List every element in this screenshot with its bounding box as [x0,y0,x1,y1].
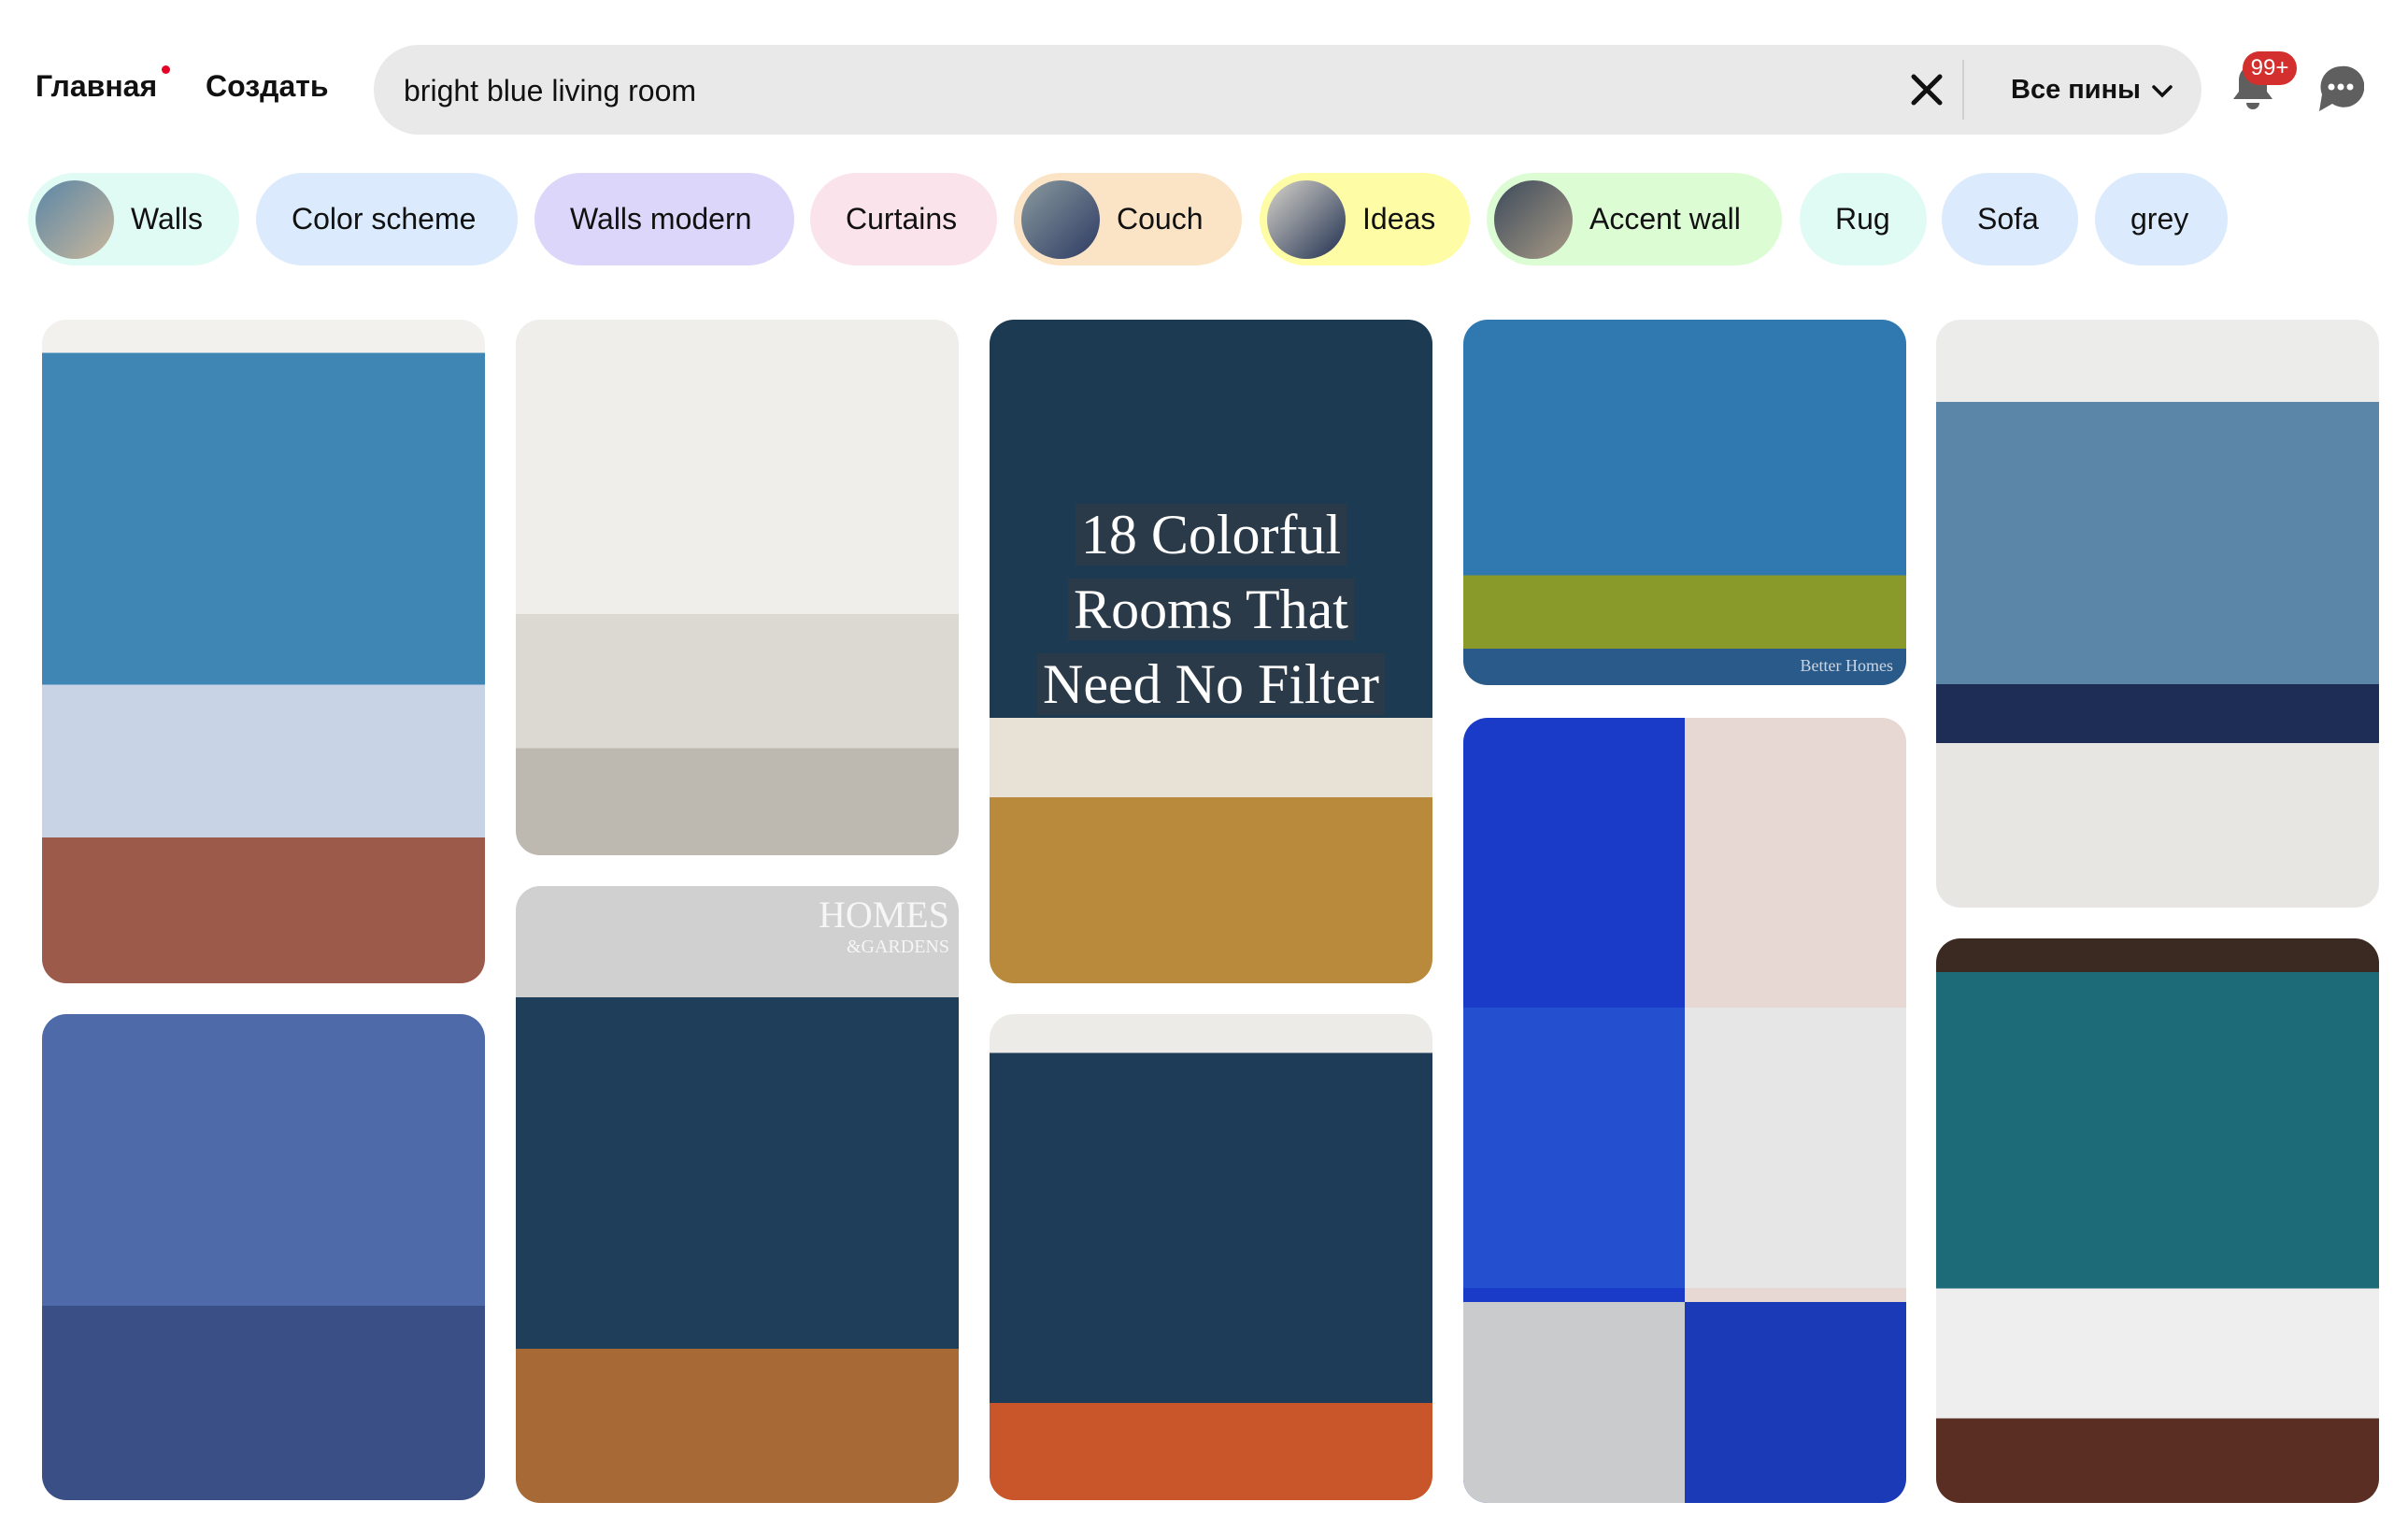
nav-create[interactable]: Создать [206,69,329,104]
messages-icon[interactable] [2317,64,2365,119]
chip-label: grey [2130,202,2189,236]
nav-home-label: Главная [36,69,158,103]
chip-walls[interactable]: Walls [28,173,239,265]
new-indicator-dot [162,65,171,74]
chip-thumbnail [1021,179,1100,259]
pin-overlay-title: 18 Colorful Rooms That Need No Filter [990,497,1432,722]
chip-rug[interactable]: Rug [1800,173,1927,265]
pin-teal-botanical-room[interactable] [1936,938,2379,1503]
chip-label: Accent wall [1589,202,1741,236]
chip-ideas[interactable]: Ideas [1260,173,1470,265]
clear-search-icon[interactable] [1906,69,1947,110]
chip-label: Couch [1117,202,1204,236]
pin-blue-living-room-mirror[interactable] [42,320,485,983]
pin-navy-room-homes-gardens[interactable]: HOMES &GARDENS [516,886,959,1503]
better-homes-watermark: Better Homes [1800,656,1893,675]
pin-filter-dropdown[interactable]: Все пины [2011,45,2174,135]
chip-curtains[interactable]: Curtains [810,173,997,265]
chip-label: Walls modern [570,202,752,236]
nav-home[interactable]: Главная [36,65,171,104]
pin-white-living-room[interactable] [516,320,959,855]
chip-label: Curtains [846,202,958,236]
chip-walls-modern[interactable]: Walls modern [534,173,794,265]
notifications-badge: 99+ [2243,51,2297,85]
divider [1962,60,1964,120]
chip-label: Walls [131,202,204,236]
chip-thumbnail [1494,179,1573,259]
chip-couch[interactable]: Couch [1014,173,1242,265]
search-input[interactable] [402,45,1863,136]
chip-thumbnail [36,179,114,259]
search-bar: Все пины [374,45,2201,136]
chip-label: Ideas [1362,202,1436,236]
chip-sofa[interactable]: Sofa [1942,173,2078,265]
chevron-down-icon [2152,85,2173,98]
filter-label: Все пины [2011,75,2141,105]
chip-label: Color scheme [292,202,477,236]
chip-grey[interactable]: grey [2095,173,2228,265]
homes-gardens-watermark: HOMES &GARDENS [818,894,949,958]
chip-thumbnail [1267,179,1346,259]
collage-bottom-row [1463,1302,1906,1503]
pin-navy-shelves[interactable] [990,1014,1432,1500]
pin-cobalt-collage[interactable] [1463,718,1906,1503]
chip-accent-wall[interactable]: Accent wall [1487,173,1782,265]
chip-label: Sofa [1977,202,2039,236]
chip-label: Rug [1835,202,1890,236]
chip-color-scheme[interactable]: Color scheme [256,173,518,265]
collage-middle-row [1463,1008,1906,1288]
pin-blue-room-rocking-chair[interactable] [1936,320,2379,908]
pin-blue-library-nook[interactable] [42,1014,485,1500]
pin-colorful-rooms-article[interactable]: 18 Colorful Rooms That Need No Filter [990,320,1432,983]
pin-blue-fireplace[interactable]: Better Homes [1463,320,1906,685]
